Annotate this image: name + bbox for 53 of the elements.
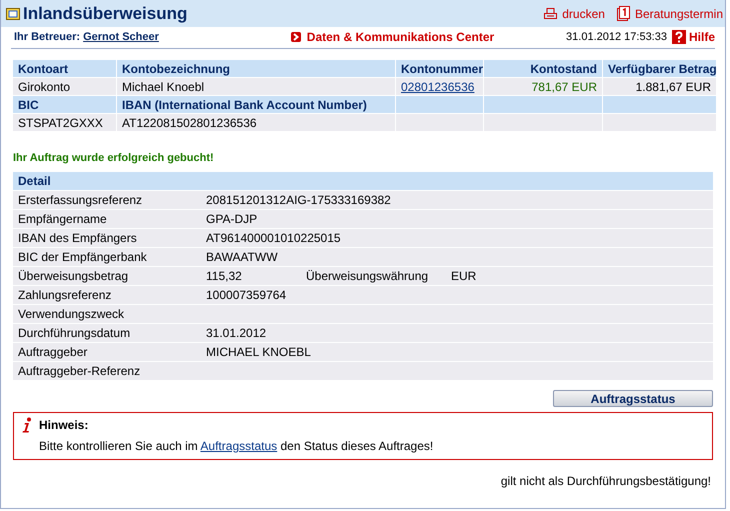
field-label: IBAN des Empfängers [18, 230, 138, 247]
print-link[interactable]: drucken [544, 6, 605, 21]
notice-text: Bitte kontrollieren Sie auch im Auftragsstatus den Status dieses Auftrages! [39, 439, 434, 453]
table-cell: 1.881,67 EUR [603, 78, 716, 95]
field-label: Durchführungsdatum [18, 325, 132, 342]
field-label: Auftraggeber-Referenz [18, 363, 142, 380]
center-link[interactable]: Daten & Kommunikations Center [290, 30, 494, 44]
column-header: Kontostand [484, 60, 602, 77]
info-icon [20, 417, 34, 433]
field-label: Verwendungszweck [18, 306, 126, 323]
table-cell: 781,67 EUR [484, 78, 602, 95]
table-cell: AT122081502801236536 [117, 114, 395, 131]
appointment-link[interactable]: Beratungstermin [616, 6, 723, 21]
field-value: EUR [451, 268, 476, 285]
field-label: Ersterfassungsreferenz [18, 192, 144, 209]
printer-icon [544, 8, 558, 20]
field-label: Überweisungswährung [306, 268, 430, 285]
chevron-icon [290, 32, 301, 42]
column-header: IBAN (International Bank Account Number) [117, 96, 395, 113]
status-button[interactable]: Auftragsstatus [553, 390, 713, 407]
field-value: GPA-DJP [206, 211, 258, 228]
field-label: Auftraggeber [18, 344, 88, 361]
page-title: Inlandsüberweisung [23, 4, 188, 24]
field-value: 31.01.2012 [206, 325, 268, 342]
field-label: Überweisungsbetrag [18, 268, 130, 285]
calendar-icon [616, 6, 630, 21]
column-header: Verfügbarer Betrag [603, 60, 716, 77]
footer-note: gilt nicht als Durchführungsbestätigung! [500, 474, 711, 488]
field-label: BIC der Empfängerbank [18, 249, 148, 266]
notice-title: Hinweis: [39, 418, 88, 432]
status-link[interactable]: Auftragsstatus [200, 439, 278, 453]
field-value: 100007359764 [206, 287, 288, 304]
help-icon [672, 30, 686, 44]
column-header: Kontoart [13, 60, 116, 77]
field-value: MICHAEL KNOEBL [206, 344, 311, 361]
table-cell: STSPAT2GXXX [13, 114, 116, 131]
field-label: Zahlungsreferenz [18, 287, 112, 304]
section-header: Detail [13, 172, 713, 190]
advisor-label: Ihr Betreuer: [14, 30, 80, 42]
field-value: 208151201312AIG-175333169382 [206, 192, 391, 209]
field-label: Empfängername [18, 211, 108, 228]
column-header: BIC [13, 96, 116, 113]
success-message: Ihr Auftrag wurde erfolgreich gebucht! [13, 152, 215, 166]
table-cell: Girokonto [13, 78, 116, 95]
column-header: Kontobezeichnung [117, 60, 395, 77]
field-value: AT961400001010225015 [206, 230, 341, 247]
field-value: BAWAATWW [206, 249, 279, 266]
column-header: Kontonummer [396, 60, 483, 77]
help-link[interactable]: Hilfe [672, 30, 715, 44]
field-value: 115,32 [206, 268, 243, 285]
datetime-text: 31.01.2012 17:53:33 [566, 30, 667, 42]
advisor-link[interactable]: Gernot Scheer [83, 30, 159, 42]
table-cell: Michael Knoebl [117, 78, 395, 95]
